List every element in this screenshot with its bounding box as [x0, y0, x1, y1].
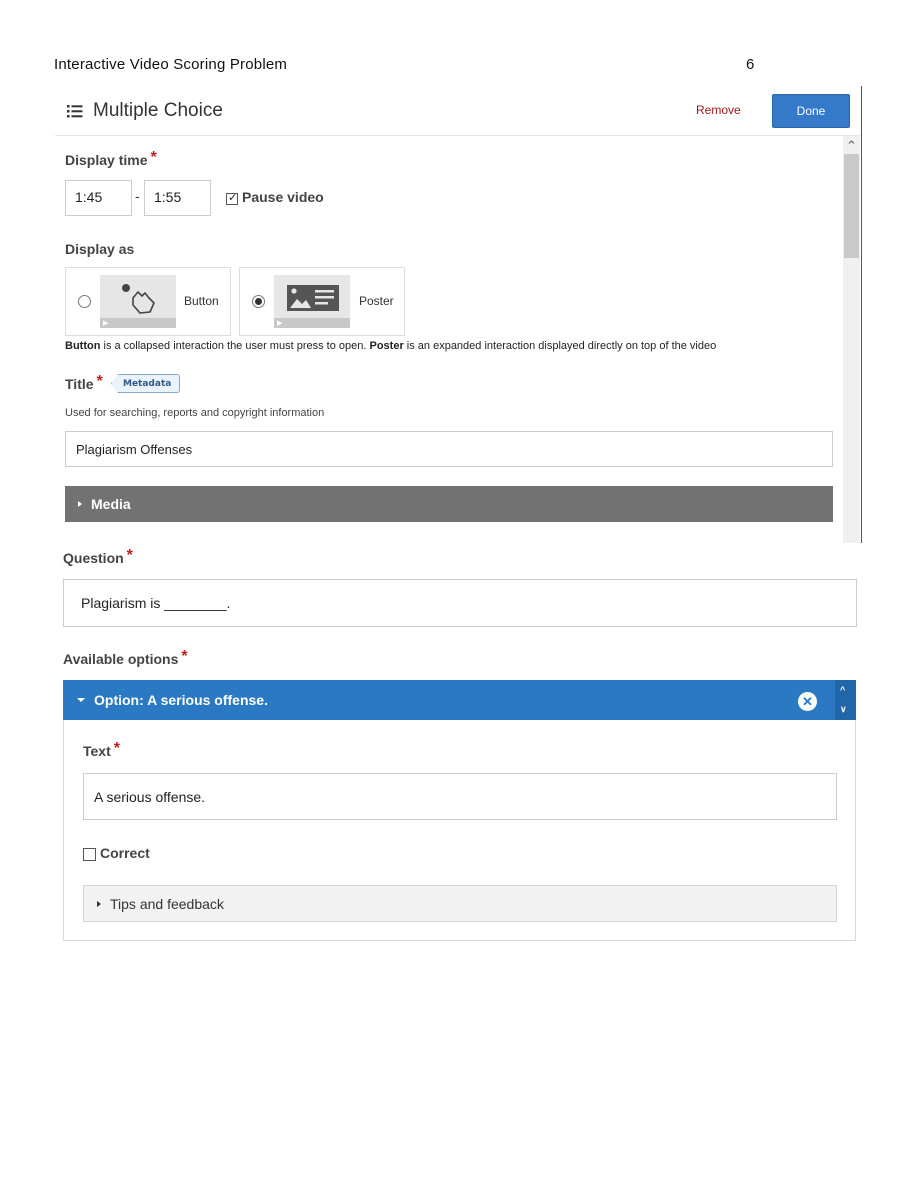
- button-option-label: Button: [184, 294, 219, 308]
- interaction-editor-panel: Multiple Choice Remove Done ^ Display ti…: [55, 86, 862, 543]
- title-help-text: Used for searching, reports and copyrigh…: [65, 407, 325, 419]
- page-number: 6: [746, 56, 755, 73]
- time-separator: -: [135, 190, 140, 205]
- correct-label: Correct: [100, 845, 150, 861]
- list-icon: [67, 105, 83, 118]
- caret-down-icon: [77, 698, 85, 702]
- scrollbar[interactable]: ^: [843, 136, 860, 543]
- play-icon: ▶: [277, 319, 283, 327]
- editor-title: Multiple Choice: [93, 100, 223, 121]
- scroll-up-icon[interactable]: ^: [843, 138, 860, 152]
- pause-video-label: Pause video: [242, 189, 324, 205]
- required-marker: *: [150, 149, 157, 166]
- title-input[interactable]: Plagiarism Offenses: [65, 431, 833, 467]
- start-time-input[interactable]: 1:45: [65, 180, 132, 216]
- remove-button[interactable]: Remove: [696, 103, 741, 117]
- remove-option-icon[interactable]: ✕: [798, 692, 817, 711]
- move-down-icon[interactable]: ∨: [840, 704, 847, 715]
- move-up-icon[interactable]: ^: [840, 685, 845, 695]
- editor-header: Multiple Choice Remove Done: [55, 86, 861, 136]
- display-time-label: Display time *: [65, 149, 157, 168]
- media-section-toggle[interactable]: Media: [65, 486, 833, 522]
- required-marker: *: [181, 648, 188, 665]
- reorder-controls[interactable]: ^ ∨: [835, 680, 856, 720]
- done-button[interactable]: Done: [772, 94, 850, 128]
- title-label: Title *: [65, 373, 103, 392]
- required-marker: *: [126, 547, 133, 564]
- tips-feedback-toggle[interactable]: Tips and feedback: [83, 885, 837, 922]
- touch-pointer-icon: [122, 284, 155, 314]
- correct-checkbox[interactable]: [83, 848, 96, 861]
- button-radio[interactable]: [78, 295, 91, 308]
- metadata-button[interactable]: Metadata: [111, 374, 181, 393]
- document-header: Interactive Video Scoring Problem: [54, 56, 288, 73]
- caret-right-icon: [97, 900, 101, 907]
- checkmark-icon: ✓: [228, 191, 238, 204]
- pause-video-checkbox[interactable]: ✓: [226, 191, 238, 205]
- display-option-button[interactable]: ▶ Button: [65, 267, 231, 336]
- display-as-description: Button is a collapsed interaction the us…: [65, 340, 717, 352]
- option-header-label[interactable]: Option: A serious offense.: [77, 692, 268, 708]
- poster-thumbnail: ▶: [274, 275, 350, 328]
- option-text-input[interactable]: A serious offense.: [83, 773, 837, 820]
- end-time-input[interactable]: 1:55: [144, 180, 211, 216]
- display-as-label: Display as: [65, 241, 135, 257]
- poster-option-label: Poster: [359, 294, 394, 308]
- required-marker: *: [96, 373, 103, 390]
- option-text-label: Text *: [83, 740, 120, 759]
- option-header[interactable]: Option: A serious offense. ✕ ^ ∨: [63, 680, 856, 720]
- button-thumbnail: ▶: [100, 275, 176, 328]
- poster-image-icon: [287, 285, 339, 311]
- play-icon: ▶: [103, 319, 109, 327]
- poster-radio[interactable]: [252, 295, 265, 308]
- scrollbar-thumb[interactable]: [844, 154, 859, 258]
- required-marker: *: [113, 740, 120, 757]
- question-label: Question *: [63, 547, 133, 566]
- question-input[interactable]: Plagiarism is ________.: [63, 579, 857, 627]
- display-option-poster[interactable]: ▶ Poster: [239, 267, 405, 336]
- caret-right-icon: [78, 501, 82, 507]
- available-options-label: Available options *: [63, 648, 188, 667]
